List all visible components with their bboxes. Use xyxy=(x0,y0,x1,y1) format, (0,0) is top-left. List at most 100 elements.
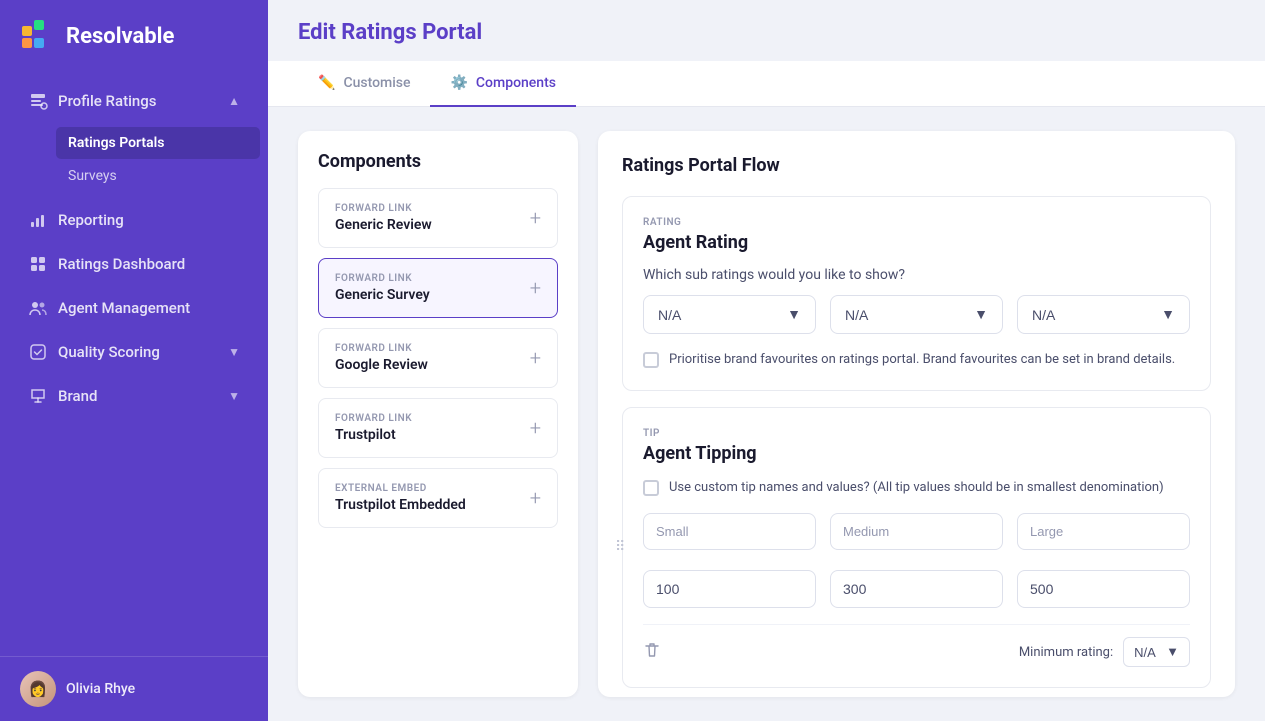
nav-section-ratings-dashboard: Ratings Dashboard xyxy=(0,243,268,285)
sidebar-item-agent-management[interactable]: Agent Management xyxy=(8,287,260,329)
chevron-up-icon: ▲ xyxy=(228,94,240,108)
tabs-bar: ✏️ Customise ⚙️ Components xyxy=(268,61,1265,107)
rating-select-2[interactable]: N/A xyxy=(845,307,974,323)
tip-input-small xyxy=(643,513,816,550)
flow-panel: Ratings Portal Flow RATING Agent Rating … xyxy=(598,131,1235,697)
add-component-1[interactable]: + xyxy=(530,278,541,298)
component-trustpilot-embedded[interactable]: EXTERNAL EMBED Trustpilot Embedded + xyxy=(318,468,558,528)
tip-value-medium xyxy=(830,562,1003,608)
sidebar-item-ratings-dashboard[interactable]: Ratings Dashboard xyxy=(8,243,260,285)
person-icon xyxy=(28,91,48,111)
drag-handle[interactable]: ⠿ xyxy=(615,539,625,555)
flow-title: Ratings Portal Flow xyxy=(622,155,1211,176)
component-generic-survey[interactable]: FORWARD LINK Generic Survey + xyxy=(318,258,558,318)
nav-section-profile-ratings: Profile Ratings ▲ Ratings Portals Survey… xyxy=(0,80,268,197)
component-google-review[interactable]: FORWARD LINK Google Review + xyxy=(318,328,558,388)
tip-label-medium[interactable] xyxy=(830,513,1003,550)
delete-tip-button[interactable] xyxy=(643,641,661,663)
dropdown-chevron-3: ▼ xyxy=(1161,306,1175,323)
app-name: Resolvable xyxy=(66,24,174,49)
main-content: Edit Ratings Portal ✏️ Customise ⚙️ Comp… xyxy=(268,0,1265,721)
page-header: Edit Ratings Portal xyxy=(268,0,1265,61)
add-component-3[interactable]: + xyxy=(530,418,541,438)
chevron-down-icon: ▼ xyxy=(228,345,240,359)
rating-sub-question: Which sub ratings would you like to show… xyxy=(643,267,1190,283)
check-icon xyxy=(28,342,48,362)
tip-label-large[interactable] xyxy=(1017,513,1190,550)
custom-tip-names-text: Use custom tip names and values? (All ti… xyxy=(669,478,1164,498)
user-name: Olivia Rhye xyxy=(66,681,135,697)
rating-dropdown-3[interactable]: N/A ▼ xyxy=(1017,295,1190,334)
sidebar: Resolvable Profile Ratings ▲ Ratings Por… xyxy=(0,0,268,721)
component-type-1: FORWARD LINK xyxy=(335,273,430,284)
components-panel: Components FORWARD LINK Generic Review +… xyxy=(298,131,578,697)
sidebar-item-profile-ratings[interactable]: Profile Ratings ▲ xyxy=(8,80,260,122)
add-component-2[interactable]: + xyxy=(530,348,541,368)
rating-dropdown-2[interactable]: N/A ▼ xyxy=(830,295,1003,334)
component-name-2: Google Review xyxy=(335,357,428,373)
logo-icon xyxy=(20,18,56,54)
brand-favourites-checkbox[interactable] xyxy=(643,352,659,368)
tip-value-small xyxy=(643,562,816,608)
component-type-3: FORWARD LINK xyxy=(335,413,412,424)
agents-icon xyxy=(28,298,48,318)
sidebar-navigation: Profile Ratings ▲ Ratings Portals Survey… xyxy=(0,70,268,656)
sidebar-item-brand[interactable]: Brand ▼ xyxy=(8,375,260,417)
tab-components[interactable]: ⚙️ Components xyxy=(430,61,575,107)
component-type-2: FORWARD LINK xyxy=(335,343,428,354)
rating-section-title: Agent Rating xyxy=(643,232,1190,253)
sidebar-item-reporting[interactable]: Reporting xyxy=(8,199,260,241)
component-name-4: Trustpilot Embedded xyxy=(335,497,466,513)
sidebar-item-quality-scoring[interactable]: Quality Scoring ▼ xyxy=(8,331,260,373)
brand-favourites-row: Prioritise brand favourites on ratings p… xyxy=(643,350,1190,370)
tip-value-large xyxy=(1017,562,1190,608)
add-component-4[interactable]: + xyxy=(530,488,541,508)
content-area: Components FORWARD LINK Generic Review +… xyxy=(268,107,1265,721)
rating-select-1[interactable]: N/A xyxy=(658,307,787,323)
rating-dropdown-1[interactable]: N/A ▼ xyxy=(643,295,816,334)
custom-tip-names-row: Use custom tip names and values? (All ti… xyxy=(643,478,1190,498)
component-name-0: Generic Review xyxy=(335,217,432,233)
components-icon: ⚙️ xyxy=(450,75,467,91)
tip-label-small[interactable] xyxy=(643,513,816,550)
tab-customise[interactable]: ✏️ Customise xyxy=(298,61,430,107)
components-panel-title: Components xyxy=(318,151,558,172)
tip-input-medium xyxy=(830,513,1003,550)
dropdown-chevron-1: ▼ xyxy=(787,306,801,323)
sidebar-label-quality-scoring: Quality Scoring xyxy=(58,343,160,361)
rating-select-3[interactable]: N/A xyxy=(1032,307,1161,323)
sidebar-footer: 👩 Olivia Rhye xyxy=(0,656,268,721)
component-name-3: Trustpilot xyxy=(335,427,412,443)
add-component-0[interactable]: + xyxy=(530,208,541,228)
sidebar-label-brand: Brand xyxy=(58,387,97,405)
tip-input-large xyxy=(1017,513,1190,550)
component-name-1: Generic Survey xyxy=(335,287,430,303)
page-title: Edit Ratings Portal xyxy=(298,20,1235,45)
tip-value-large-input[interactable] xyxy=(1017,570,1190,608)
sidebar-item-surveys[interactable]: Surveys xyxy=(56,160,260,192)
tip-value-small-input[interactable] xyxy=(643,570,816,608)
custom-tip-names-checkbox[interactable] xyxy=(643,480,659,496)
avatar: 👩 xyxy=(20,671,56,707)
brand-favourites-text: Prioritise brand favourites on ratings p… xyxy=(669,350,1175,370)
sidebar-label-profile-ratings: Profile Ratings xyxy=(58,92,156,110)
component-type-0: FORWARD LINK xyxy=(335,203,432,214)
sidebar-label-reporting: Reporting xyxy=(58,211,124,229)
tab-components-label: Components xyxy=(476,75,556,91)
tip-section-footer: Minimum rating: N/A ▼ xyxy=(643,624,1190,667)
tab-customise-label: Customise xyxy=(343,75,410,91)
rating-section-label: RATING xyxy=(643,217,1190,228)
component-generic-review[interactable]: FORWARD LINK Generic Review + xyxy=(318,188,558,248)
min-rating-dropdown[interactable]: N/A xyxy=(1134,645,1160,660)
component-trustpilot[interactable]: FORWARD LINK Trustpilot + xyxy=(318,398,558,458)
brand-icon xyxy=(28,386,48,406)
sidebar-label-agent-management: Agent Management xyxy=(58,299,190,317)
min-rating-select[interactable]: N/A ▼ xyxy=(1123,637,1190,667)
tip-value-medium-input[interactable] xyxy=(830,570,1003,608)
dropdown-chevron-2: ▼ xyxy=(974,306,988,323)
dashboard-icon xyxy=(28,254,48,274)
component-type-4: EXTERNAL EMBED xyxy=(335,483,466,494)
sidebar-item-ratings-portals[interactable]: Ratings Portals xyxy=(56,127,260,159)
nav-section-brand: Brand ▼ xyxy=(0,375,268,417)
sidebar-label-ratings-dashboard: Ratings Dashboard xyxy=(58,255,185,273)
